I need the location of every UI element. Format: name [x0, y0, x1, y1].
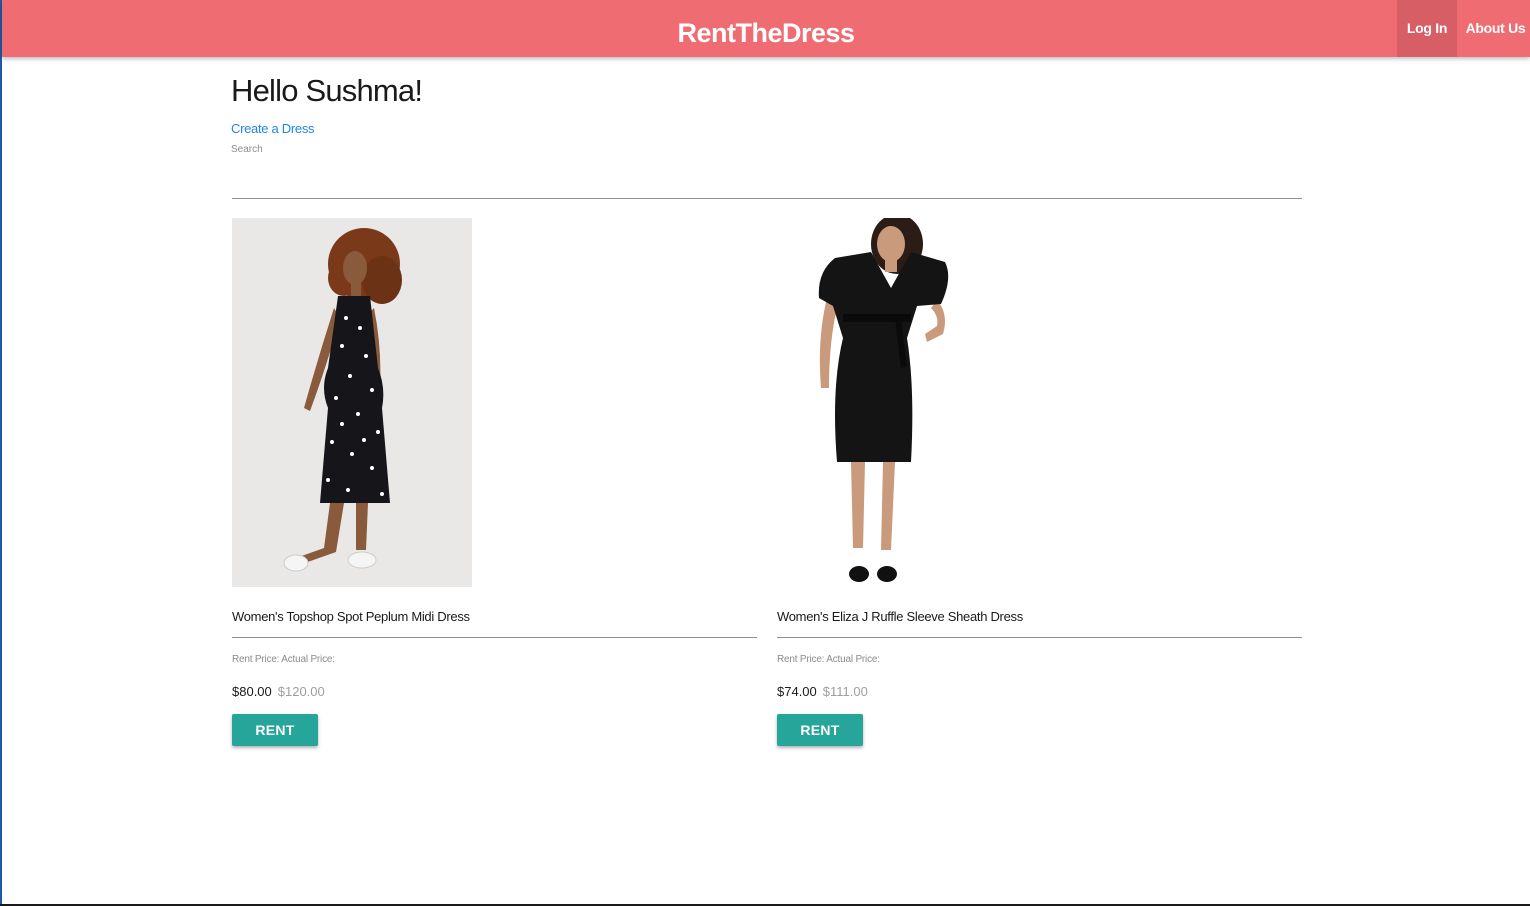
- price-labels: Rent Price: Actual Price:: [232, 654, 335, 665]
- dress-card: Women's Eliza J Ruffle Sleeve Sheath Dre…: [777, 214, 1302, 758]
- actual-price: $120.00: [277, 684, 325, 699]
- dress-photo: [232, 218, 472, 587]
- brand-logo[interactable]: RentTheDress: [2, 18, 1530, 49]
- rent-price: $80.00: [232, 684, 272, 699]
- top-navbar: RentTheDress Log In About Us: [2, 0, 1530, 57]
- rent-price: $74.00: [777, 684, 817, 699]
- search-label: Search: [231, 144, 263, 155]
- price-labels: Rent Price: Actual Price:: [777, 654, 880, 665]
- create-dress-link[interactable]: Create a Dress: [231, 121, 315, 136]
- dress-card: Women's Topshop Spot Peplum Midi Dress R…: [232, 218, 757, 758]
- login-link[interactable]: Log In: [1397, 0, 1457, 57]
- card-divider: [232, 637, 757, 638]
- greeting-heading: Hello Sushma!: [231, 73, 423, 108]
- prices: $74.00 $111.00: [777, 684, 868, 699]
- rent-button[interactable]: RENT: [232, 714, 318, 746]
- about-link[interactable]: About Us: [1459, 0, 1530, 57]
- rent-button[interactable]: RENT: [777, 714, 863, 746]
- dress-name: Women's Eliza J Ruffle Sleeve Sheath Dre…: [777, 609, 1023, 624]
- search-input[interactable]: [232, 170, 1302, 199]
- card-divider: [777, 637, 1302, 638]
- dress-name: Women's Topshop Spot Peplum Midi Dress: [232, 609, 470, 624]
- window-left-edge: [0, 0, 2, 906]
- actual-price: $111.00: [822, 684, 868, 699]
- dress-photo: [777, 214, 1017, 587]
- prices: $80.00 $120.00: [232, 684, 325, 699]
